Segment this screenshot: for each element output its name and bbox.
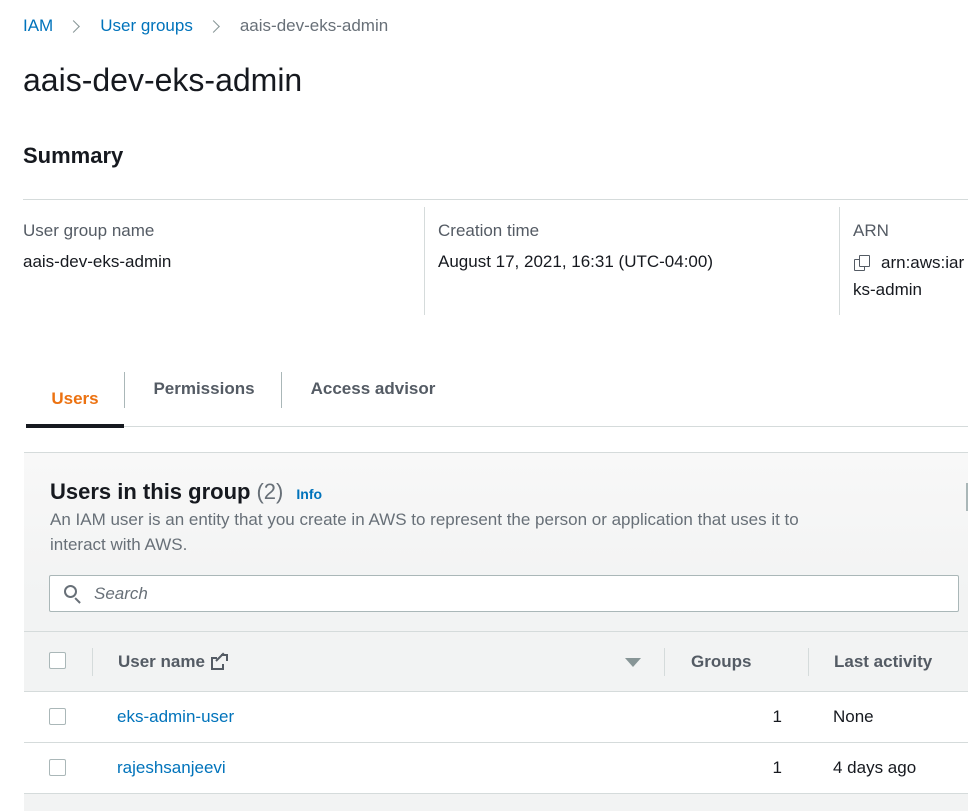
user-groups-count: 1 [772, 707, 782, 726]
column-separator [92, 648, 93, 676]
users-panel: Users in this group (2) Info An IAM user… [24, 452, 968, 811]
breadcrumb-iam[interactable]: IAM [23, 16, 53, 36]
summary-title: Summary [23, 143, 124, 168]
summary-column-divider [839, 207, 840, 315]
sort-down-icon[interactable] [625, 658, 641, 667]
tab-bar: Users Permissions Access advisor [26, 369, 968, 428]
chevron-right-icon [206, 19, 220, 33]
user-last-activity: None [833, 707, 874, 726]
search-box [49, 575, 959, 612]
breadcrumb-current: aais-dev-eks-admin [239, 16, 389, 35]
breadcrumb: IAM User groups aais-dev-eks-admin [23, 15, 388, 37]
creation-time-label: Creation time [438, 221, 540, 240]
tab-separator [124, 372, 125, 408]
external-link-icon [210, 652, 228, 670]
column-header-user-name[interactable]: User name [118, 632, 228, 691]
tab-users[interactable]: Users [26, 370, 124, 427]
users-table: User name Groups Last activity eks-admin… [24, 631, 968, 794]
active-tab-indicator [26, 424, 124, 428]
tab-access-advisor[interactable]: Access advisor [294, 369, 452, 409]
users-count: (2) [256, 479, 284, 504]
select-all-checkbox[interactable] [49, 652, 66, 669]
copy-icon[interactable] [853, 254, 871, 272]
arn-text-line1: arn:aws:iar [881, 253, 965, 272]
summary-column-divider [424, 207, 425, 315]
column-separator [808, 648, 809, 676]
users-panel-title: Users in this group [50, 479, 251, 504]
tab-separator [281, 372, 282, 408]
group-name-value: aais-dev-eks-admin [23, 252, 172, 271]
user-groups-count: 1 [772, 758, 782, 777]
summary-divider [23, 199, 968, 200]
users-panel-heading: Users in this group (2) Info [50, 479, 322, 505]
column-header-user-name-label: User name [118, 651, 205, 671]
breadcrumb-user-groups[interactable]: User groups [100, 16, 193, 36]
summary-creation-time: Creation time August 17, 2021, 16:31 (UT… [438, 207, 838, 315]
arn-label: ARN [853, 221, 889, 240]
column-header-last-activity[interactable]: Last activity [834, 632, 932, 691]
user-name-link[interactable]: rajeshsanjeevi [117, 743, 226, 793]
table-row: eks-admin-user 1 None [24, 692, 968, 743]
row-checkbox[interactable] [49, 759, 66, 776]
row-checkbox[interactable] [49, 708, 66, 725]
tab-permissions[interactable]: Permissions [134, 369, 274, 409]
page-title: aais-dev-eks-admin [23, 62, 303, 98]
user-last-activity: 4 days ago [833, 758, 917, 777]
chevron-right-icon [67, 19, 81, 33]
user-name-link[interactable]: eks-admin-user [117, 692, 234, 742]
arn-text-line2: ks-admin [853, 280, 922, 299]
users-panel-description: An IAM user is an entity that you create… [50, 510, 799, 554]
info-link[interactable]: Info [296, 486, 322, 502]
table-row: rajeshsanjeevi 1 4 days ago [24, 743, 968, 794]
arn-value: arn:aws:iar [853, 253, 964, 273]
group-name-label: User group name [23, 221, 155, 240]
column-header-groups[interactable]: Groups [691, 632, 751, 691]
column-separator [664, 648, 665, 676]
search-input[interactable] [94, 583, 934, 604]
summary-group-name: User group name aais-dev-eks-admin [23, 207, 423, 315]
creation-time-value: August 17, 2021, 16:31 (UTC-04:00) [438, 252, 713, 271]
table-header: User name Groups Last activity [24, 631, 968, 692]
search-icon [64, 584, 82, 604]
